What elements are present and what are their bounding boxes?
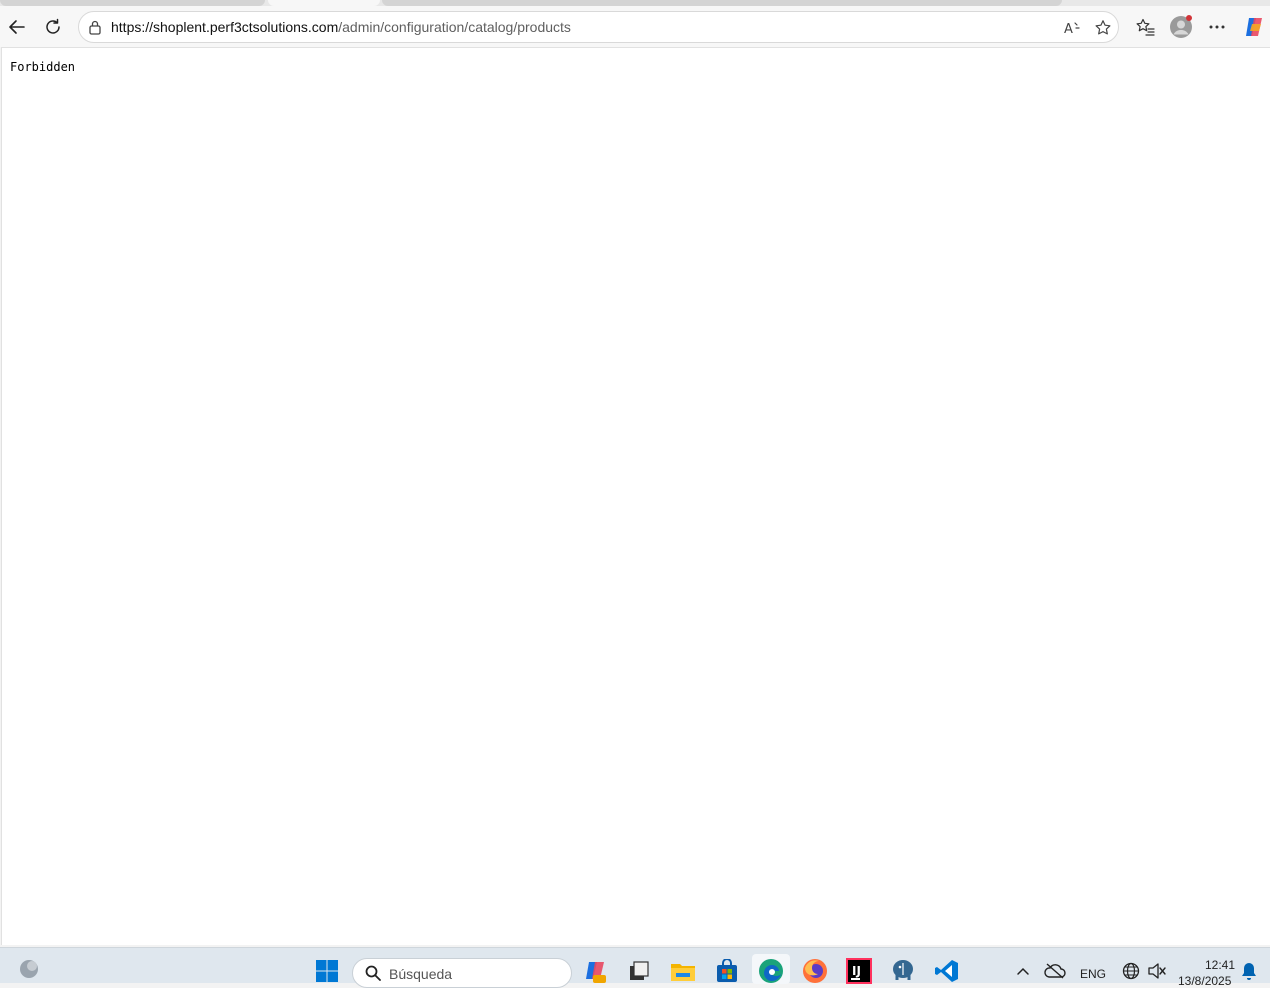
- error-message: Forbidden: [10, 60, 76, 74]
- favorite-star-icon[interactable]: [1092, 17, 1114, 39]
- edge-button[interactable]: [758, 958, 784, 984]
- task-view-icon: [630, 961, 649, 980]
- url-host: https://shoplent.perf3ctsolutions.com: [111, 19, 339, 35]
- favorites-button[interactable]: [1130, 12, 1160, 42]
- search-placeholder: Búsqueda: [389, 966, 453, 982]
- speaker-muted-icon: [1148, 963, 1166, 979]
- clock-date: 13/8/2025: [1178, 974, 1232, 988]
- widgets-button[interactable]: [16, 956, 42, 982]
- edge-icon: [759, 959, 783, 983]
- store-bag-icon: [717, 959, 737, 982]
- read-aloud-icon[interactable]: A: [1061, 17, 1083, 39]
- vscode-icon: [935, 960, 958, 982]
- weather-cloud-icon: [20, 960, 38, 978]
- back-arrow-icon: [9, 20, 25, 34]
- firefox-icon: [803, 959, 827, 983]
- url-path: /admin/configuration/catalog/products: [338, 19, 571, 35]
- task-view-button[interactable]: [626, 958, 652, 984]
- bell-icon: [1242, 963, 1256, 980]
- vscode-button[interactable]: [934, 958, 960, 984]
- refresh-button[interactable]: [38, 12, 68, 42]
- back-button[interactable]: [2, 12, 32, 42]
- copilot-button[interactable]: [1240, 12, 1270, 42]
- svg-text:IJ: IJ: [852, 964, 861, 978]
- taskbar-search[interactable]: Búsqueda: [352, 958, 572, 988]
- file-explorer-button[interactable]: [670, 958, 696, 984]
- clock-time: 12:41: [1205, 958, 1236, 972]
- more-dots-icon: [1209, 25, 1225, 29]
- notifications-button[interactable]: [1236, 958, 1262, 984]
- show-hidden-icons-button[interactable]: [1010, 958, 1036, 984]
- copilot-icon: [1246, 18, 1262, 36]
- browser-toolbar: https://shoplent.perf3ctsolutions.com/ad…: [0, 6, 1270, 47]
- lock-icon[interactable]: [86, 18, 104, 36]
- intellij-button[interactable]: IJ: [846, 958, 872, 984]
- page-content: Forbidden: [1, 47, 1270, 945]
- firefox-button[interactable]: [802, 958, 828, 984]
- address-bar[interactable]: https://shoplent.perf3ctsolutions.com/ad…: [78, 11, 1119, 43]
- settings-more-button[interactable]: [1202, 12, 1232, 42]
- language-indicator[interactable]: ENG: [1080, 967, 1106, 981]
- windows-taskbar: Búsqueda IJ ENG 12:41 13/8/2025: [0, 947, 1270, 988]
- start-button[interactable]: [314, 958, 340, 984]
- profile-avatar-icon: [1170, 15, 1192, 38]
- folder-icon: [671, 964, 695, 981]
- postgresql-button[interactable]: [890, 958, 916, 984]
- copilot-pre-icon: [586, 962, 606, 983]
- intellij-icon: IJ: [846, 958, 872, 984]
- onedrive-button[interactable]: [1042, 958, 1068, 984]
- cloud-offline-icon: [1044, 963, 1066, 979]
- chevron-up-icon: [1017, 967, 1029, 975]
- network-button[interactable]: [1118, 958, 1144, 984]
- copilot-app-button[interactable]: [583, 958, 609, 984]
- refresh-icon: [46, 18, 60, 34]
- volume-button[interactable]: [1144, 958, 1170, 984]
- windows-logo-icon: [316, 960, 338, 982]
- globe-icon: [1122, 962, 1140, 980]
- svg-text:A: A: [1064, 22, 1073, 36]
- postgresql-elephant-icon: [893, 960, 913, 980]
- store-button[interactable]: [714, 958, 740, 984]
- profile-button[interactable]: [1166, 12, 1196, 42]
- url-text[interactable]: https://shoplent.perf3ctsolutions.com/ad…: [111, 19, 571, 35]
- favorites-list-icon: [1136, 18, 1155, 36]
